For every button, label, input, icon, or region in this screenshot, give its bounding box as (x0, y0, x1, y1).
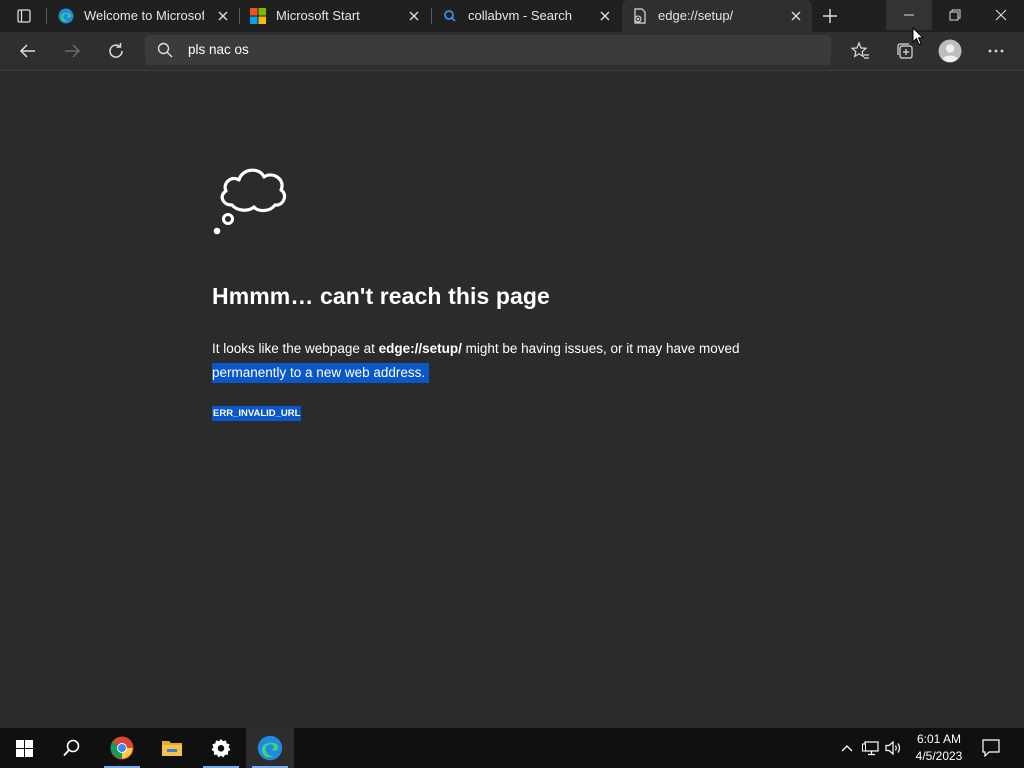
taskbar-file-explorer[interactable] (148, 728, 196, 768)
close-tab-icon[interactable] (216, 9, 230, 23)
more-icon (988, 49, 1004, 53)
tab-title: Welcome to Microsoft E (84, 8, 204, 23)
notification-center-icon[interactable] (982, 739, 1000, 757)
close-icon (995, 9, 1007, 21)
tab-actions-button[interactable] (10, 6, 38, 26)
restore-icon (949, 9, 961, 21)
error-message-suffix: might be having issues, or it may have m… (461, 341, 740, 356)
thought-cloud-icon (213, 168, 287, 235)
tab-title: collabvm - Search (468, 8, 573, 23)
volume-button[interactable] (885, 740, 903, 756)
error-url: edge://setup/ (378, 341, 462, 356)
error-code: ERR_INVALID_URL (212, 406, 302, 421)
close-window-button[interactable] (978, 0, 1024, 30)
taskbar-search-button[interactable] (48, 728, 96, 768)
start-icon (15, 739, 33, 757)
minimize-button[interactable] (886, 0, 932, 30)
taskbar: 6:01 AM 4/5/2023 (0, 728, 1024, 768)
tab-title: edge://setup/ (658, 8, 734, 23)
close-tab-icon[interactable] (598, 9, 612, 23)
error-message: It looks like the webpage at edge://setu… (212, 337, 812, 385)
error-message-prefix: It looks like the webpage at (212, 341, 379, 356)
taskbar-edge[interactable] (246, 728, 294, 768)
browser-toolbar: pls nac os (0, 32, 1024, 71)
tab-strip: Welcome to Microsoft E Microsoft Start c… (0, 0, 1024, 32)
file-explorer-icon (162, 741, 182, 756)
search-icon (63, 739, 80, 757)
show-hidden-icons-button[interactable] (838, 740, 856, 756)
edge-icon (257, 735, 283, 761)
network-button[interactable] (862, 740, 880, 756)
tab-edge-setup[interactable]: edge://setup/ (622, 0, 812, 32)
chevron-up-icon (841, 745, 853, 752)
avatar-icon (938, 39, 962, 63)
back-arrow-icon (19, 44, 35, 58)
new-tab-button[interactable] (818, 5, 842, 27)
forward-arrow-icon (65, 44, 81, 58)
tab-collabvm-search[interactable]: collabvm - Search (432, 0, 622, 32)
address-bar-text[interactable]: pls nac os (188, 42, 249, 57)
clock-date: 4/5/2023 (915, 749, 963, 763)
start-button[interactable] (0, 728, 48, 768)
profile-button[interactable] (938, 39, 962, 63)
plus-icon (823, 9, 837, 23)
mouse-cursor-icon (912, 27, 924, 46)
edge-logo-icon (58, 8, 74, 24)
back-button[interactable] (16, 39, 40, 63)
close-tab-icon[interactable] (407, 9, 421, 23)
tab-actions-icon (17, 9, 31, 23)
forward-button[interactable] (60, 39, 84, 63)
broken-page-icon (634, 8, 646, 24)
taskbar-chrome[interactable] (98, 728, 146, 768)
bing-search-icon (444, 10, 456, 22)
error-heading: Hmmm… can't reach this page (212, 283, 550, 309)
volume-icon (885, 740, 901, 756)
minimize-icon (904, 14, 914, 16)
close-tab-icon[interactable] (789, 9, 803, 23)
error-message-line2: permanently to a new web address. (212, 363, 430, 383)
tab-welcome[interactable]: Welcome to Microsoft E (48, 0, 238, 32)
favorites-icon (850, 41, 869, 59)
system-clock[interactable]: 6:01 AM 4/5/2023 (912, 731, 966, 765)
network-icon (862, 741, 879, 756)
error-page: Hmmm… can't reach this page It looks lik… (0, 71, 1024, 728)
search-icon (157, 42, 173, 58)
settings-icon (211, 739, 231, 758)
restore-button[interactable] (932, 0, 978, 30)
refresh-button[interactable] (104, 39, 128, 63)
settings-more-button[interactable] (984, 39, 1008, 63)
tab-microsoft-start[interactable]: Microsoft Start (240, 0, 430, 32)
chrome-icon (110, 736, 134, 760)
tab-title: Microsoft Start (276, 8, 360, 23)
address-bar[interactable]: pls nac os (145, 35, 831, 65)
microsoft-logo-icon (250, 8, 266, 24)
tab-separator (46, 8, 47, 24)
taskbar-settings[interactable] (197, 728, 245, 768)
favorites-button[interactable] (848, 39, 872, 63)
refresh-icon (109, 43, 123, 58)
clock-time: 6:01 AM (916, 732, 962, 746)
